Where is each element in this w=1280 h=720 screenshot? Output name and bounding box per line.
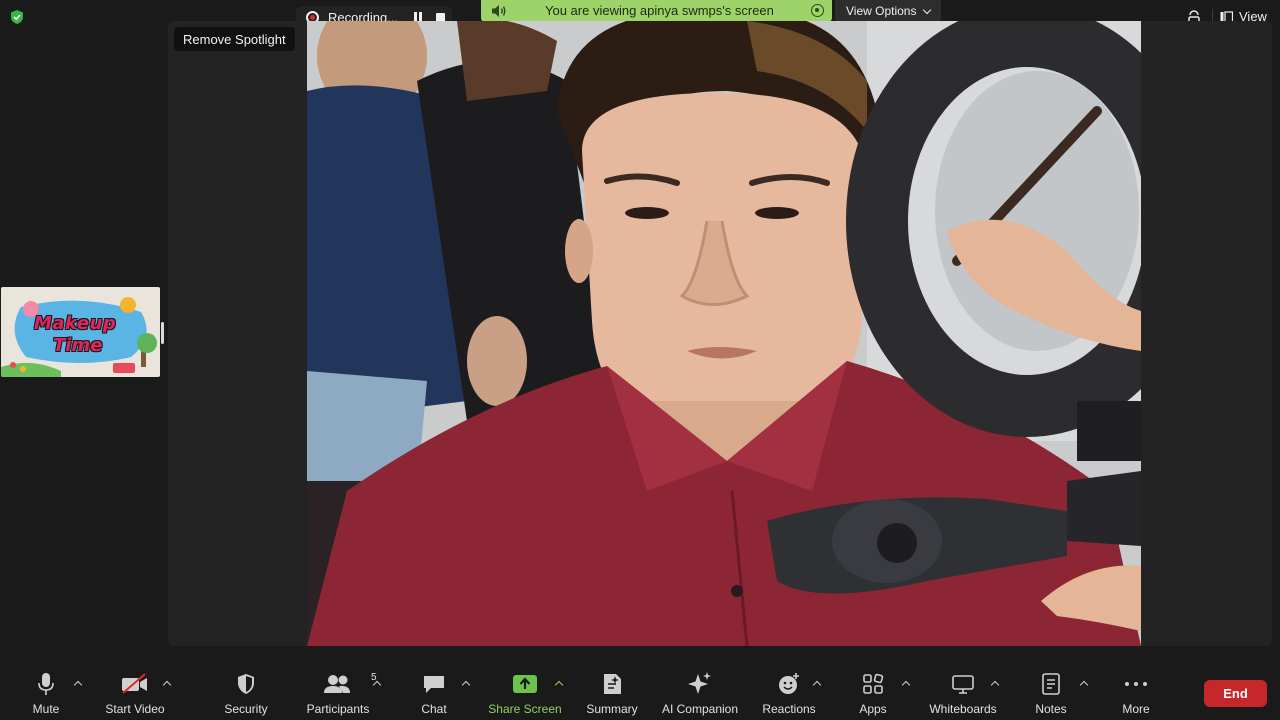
spotlight-video[interactable]	[307, 21, 1141, 646]
whiteboard-icon	[951, 666, 975, 702]
screen-share-banner: You are viewing apinya swmps's screen	[481, 0, 832, 22]
notes-caret-icon[interactable]	[1079, 680, 1089, 690]
ai-companion-label: AI Companion	[661, 702, 739, 716]
participants-caret-icon[interactable]	[372, 680, 382, 690]
summary-label: Summary	[586, 702, 638, 716]
remove-spotlight-button[interactable]: Remove Spotlight	[174, 27, 295, 51]
chat-icon	[422, 666, 446, 702]
participants-label: Participants	[306, 702, 370, 716]
share-screen-icon	[512, 666, 538, 702]
apps-button[interactable]: Apps	[853, 666, 893, 720]
stop-viewing-icon[interactable]	[811, 4, 824, 17]
apps-label: Apps	[859, 702, 887, 716]
end-label: End	[1223, 686, 1248, 701]
participants-button[interactable]: 5 Participants	[303, 666, 377, 720]
view-options-label: View Options	[846, 4, 917, 18]
apps-caret-icon[interactable]	[901, 680, 911, 690]
notes-icon	[1041, 666, 1061, 702]
microphone-icon	[36, 666, 56, 702]
mute-label: Mute	[32, 702, 60, 716]
start-video-label: Start Video	[105, 702, 165, 716]
participants-icon: 5	[323, 666, 377, 702]
share-screen-label: Share Screen	[488, 702, 562, 716]
reactions-label: Reactions	[762, 702, 816, 716]
chat-caret-icon[interactable]	[461, 680, 471, 690]
audio-options-caret-icon[interactable]	[73, 680, 83, 690]
more-dots-icon	[1124, 666, 1148, 702]
thumbnail-title-line2: Time	[53, 335, 103, 356]
encryption-shield-icon[interactable]	[9, 9, 25, 25]
share-screen-button[interactable]: Share Screen	[485, 666, 565, 720]
more-button[interactable]: More	[1116, 666, 1156, 720]
reactions-button[interactable]: Reactions	[759, 666, 819, 720]
mute-button[interactable]: Mute	[22, 666, 70, 720]
more-label: More	[1122, 702, 1150, 716]
reactions-icon	[777, 666, 801, 702]
ai-companion-button[interactable]: AI Companion	[658, 666, 742, 720]
security-button[interactable]: Security	[219, 666, 273, 720]
end-meeting-button[interactable]: End	[1204, 680, 1267, 707]
security-label: Security	[224, 702, 268, 716]
chevron-down-icon	[923, 5, 932, 14]
video-feed-image	[307, 21, 1141, 646]
view-options-button[interactable]: View Options	[835, 0, 941, 22]
apps-icon	[862, 666, 884, 702]
speaker-icon[interactable]	[491, 4, 507, 18]
remove-spotlight-label: Remove Spotlight	[183, 31, 286, 47]
shared-screen-thumbnail[interactable]: Makeup Time	[1, 287, 160, 377]
meeting-toolbar: Mute Start Video Security 5 Participants…	[0, 666, 1280, 720]
whiteboards-button[interactable]: Whiteboards	[925, 666, 1001, 720]
ai-sparkle-icon	[687, 666, 713, 702]
notes-label: Notes	[1035, 702, 1067, 716]
start-video-button[interactable]: Start Video	[100, 666, 170, 720]
video-off-icon	[121, 666, 149, 702]
share-banner-text: You are viewing apinya swmps's screen	[545, 3, 774, 18]
summary-icon	[601, 666, 623, 702]
chat-label: Chat	[421, 702, 447, 716]
notes-button[interactable]: Notes	[1031, 666, 1071, 720]
whiteboards-label: Whiteboards	[929, 702, 997, 716]
thumbnail-title-line1: Makeup	[34, 313, 117, 334]
summary-button[interactable]: Summary	[582, 666, 642, 720]
chat-button[interactable]: Chat	[414, 666, 454, 720]
resize-handle[interactable]	[161, 322, 164, 344]
shield-icon	[236, 666, 256, 702]
